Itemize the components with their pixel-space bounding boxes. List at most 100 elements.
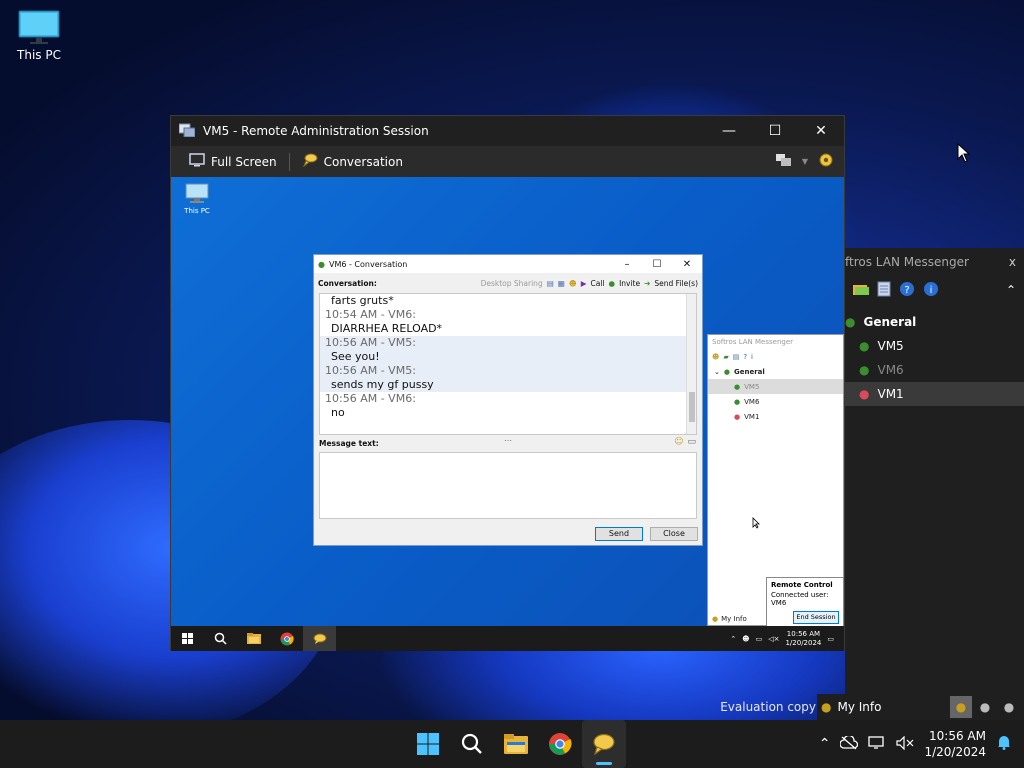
status-offline-icon[interactable]: ●: [998, 696, 1020, 718]
conversation-titlebar[interactable]: ● VM6 - Conversation – ☐ ✕: [314, 255, 702, 273]
messenger-taskbar-icon[interactable]: [303, 626, 336, 651]
group-general[interactable]: ● General: [845, 310, 1024, 334]
scrollbar-thumb[interactable]: [689, 392, 695, 422]
volume-muted-icon[interactable]: ◁×: [768, 635, 779, 643]
message-text: farts gruts*: [331, 294, 394, 307]
chrome-icon[interactable]: [538, 720, 582, 768]
minimize-button[interactable]: –: [612, 259, 642, 270]
remote-window-titlebar[interactable]: VM5 - Remote Administration Session — ☐ …: [171, 116, 844, 146]
conversation-label: Conversation:: [318, 278, 377, 288]
network-icon[interactable]: ▭: [756, 635, 763, 643]
status-away-icon[interactable]: ●: [974, 696, 996, 718]
remote-desktop-icon-this-pc[interactable]: This PC: [179, 183, 215, 215]
windows-logo-icon: [182, 633, 193, 644]
user-label: VM6: [744, 397, 760, 406]
file-explorer-icon[interactable]: [494, 720, 538, 768]
history-icon[interactable]: ▤: [547, 279, 554, 288]
maximize-button[interactable]: ☐: [642, 259, 672, 270]
maximize-button[interactable]: ☐: [752, 116, 798, 146]
emoticon-icon[interactable]: ☻: [712, 353, 719, 361]
evaluation-watermark: Evaluation copy: [720, 700, 816, 714]
desktop-icon-this-pc[interactable]: This PC: [12, 10, 66, 62]
history-icon[interactable]: [877, 281, 891, 300]
chevron-up-icon[interactable]: ⌃: [1006, 283, 1016, 297]
help-icon[interactable]: ?: [743, 353, 747, 361]
display-mode-icon[interactable]: [775, 154, 792, 169]
chevron-down-icon[interactable]: ▼: [802, 157, 808, 166]
chevron-up-icon[interactable]: ⌃: [819, 736, 831, 752]
remote-time: 10:56 AM: [786, 629, 821, 638]
volume-muted-icon[interactable]: [896, 735, 914, 754]
info-icon[interactable]: i: [923, 281, 939, 300]
windows-logo-icon: [417, 733, 439, 755]
cloud-offline-icon[interactable]: [839, 734, 859, 754]
minimize-button[interactable]: —: [706, 116, 752, 146]
notification-icon[interactable]: ▭: [827, 635, 834, 643]
file-explorer-icon[interactable]: [237, 626, 270, 651]
user-item-vm1[interactable]: ● VM1: [708, 409, 843, 424]
network-icon[interactable]: [868, 735, 886, 754]
message-input[interactable]: [319, 452, 697, 519]
remote-session-window[interactable]: VM5 - Remote Administration Session — ☐ …: [170, 115, 845, 651]
call-button[interactable]: Call: [591, 279, 605, 288]
end-session-button[interactable]: End Session: [793, 611, 839, 624]
notification-bell-icon[interactable]: [996, 734, 1012, 754]
user-item-vm6[interactable]: ● VM6: [845, 358, 1024, 382]
my-info-button[interactable]: My Info: [837, 700, 881, 714]
remote-window-title: VM5 - Remote Administration Session: [203, 124, 429, 138]
settings-gear-icon[interactable]: [818, 152, 834, 171]
log-icon[interactable]: ▦: [558, 279, 565, 288]
chrome-icon[interactable]: [270, 626, 303, 651]
remote-desktop-screen[interactable]: This PC ● VM6 - Conversation – ☐ ✕ Conve…: [171, 177, 844, 651]
search-icon[interactable]: [204, 626, 237, 651]
chevron-down-icon: ⌄: [714, 367, 720, 376]
user-item-vm1[interactable]: ● VM1: [845, 382, 1024, 406]
send-files-button[interactable]: Send File(s): [654, 279, 698, 288]
host-messenger-titlebar[interactable]: ftros LAN Messenger x: [845, 248, 1024, 276]
svg-text:i: i: [930, 285, 933, 296]
close-button[interactable]: ✕: [672, 259, 702, 270]
call-icon: ▶: [580, 278, 587, 288]
user-item-vm6[interactable]: ● VM6: [708, 394, 843, 409]
splitter-handle[interactable]: ⋯: [504, 436, 512, 445]
remote-toolbar: Full Screen Conversation ▼: [171, 146, 844, 177]
emoticon-icon[interactable]: ☻: [569, 279, 577, 288]
user-label: VM5: [744, 382, 760, 391]
user-label: VM1: [877, 387, 904, 401]
close-button[interactable]: x: [1009, 255, 1016, 269]
close-conversation-button[interactable]: Close: [650, 527, 698, 541]
my-info-button[interactable]: ● My Info: [712, 615, 747, 623]
toolbar-separator: [288, 152, 290, 171]
send-button[interactable]: Send: [595, 527, 643, 541]
info-icon[interactable]: i: [751, 353, 753, 361]
history-icon[interactable]: ▤: [733, 353, 740, 361]
conversation-log[interactable]: farts gruts* 10:54 AM - VM6: DIARRHEA RELO…: [319, 293, 697, 435]
format-icon[interactable]: ▭: [687, 437, 696, 447]
start-button[interactable]: [171, 626, 204, 651]
full-screen-button[interactable]: Full Screen: [181, 153, 285, 170]
host-messenger-window[interactable]: ftros LAN Messenger x ? i ⌃ ● General ● …: [817, 248, 1024, 720]
start-button[interactable]: [406, 720, 450, 768]
close-button[interactable]: ✕: [798, 116, 844, 146]
remote-desktop-icon-label: This PC: [184, 207, 210, 215]
taskbar-clock[interactable]: 10:56 AM 1/20/2024: [924, 728, 986, 760]
mouse-cursor-icon: [752, 514, 760, 533]
conversation-window[interactable]: ● VM6 - Conversation – ☐ ✕ Conversation:…: [313, 254, 703, 546]
search-icon[interactable]: [450, 720, 494, 768]
folder-icon[interactable]: ▰: [723, 353, 728, 361]
chevron-up-icon[interactable]: ⌃: [730, 635, 736, 643]
conversation-scrollbar[interactable]: [686, 294, 696, 434]
messenger-taskbar-icon[interactable]: [582, 720, 626, 768]
conversation-button[interactable]: Conversation: [294, 153, 411, 170]
group-general[interactable]: ⌄ ● General: [708, 364, 843, 379]
desktop-sharing-button[interactable]: Desktop Sharing: [481, 279, 543, 288]
smiley-icon[interactable]: ☺: [674, 437, 683, 447]
status-available-icon[interactable]: ●: [950, 696, 972, 718]
invite-button[interactable]: Invite: [619, 279, 640, 288]
help-icon[interactable]: ?: [899, 281, 915, 300]
user-item-vm5[interactable]: ● VM5: [708, 379, 843, 394]
messenger-tray-icon[interactable]: ☻: [742, 635, 749, 643]
remote-clock[interactable]: 10:56 AM 1/20/2024: [785, 630, 821, 648]
folder-icon[interactable]: [853, 282, 869, 299]
user-item-vm5[interactable]: ● VM5: [845, 334, 1024, 358]
